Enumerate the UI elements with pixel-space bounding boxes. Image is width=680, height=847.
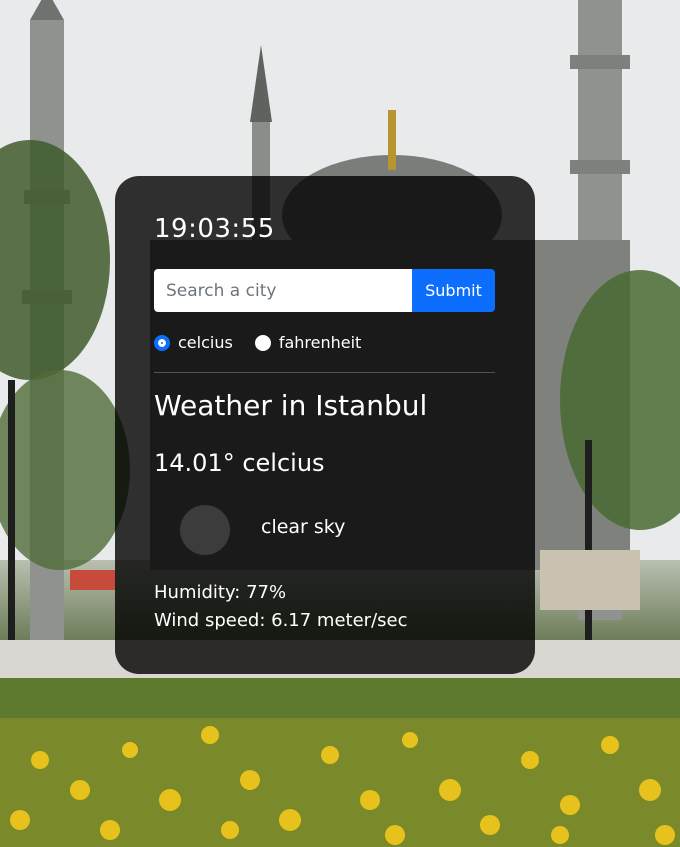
- divider: [154, 372, 495, 373]
- wind-speed: Wind speed: 6.17 meter/sec: [154, 610, 408, 631]
- weather-title: Weather in Istanbul: [154, 389, 428, 422]
- weather-card: 19:03:55 Submit celcius fahrenheit Weath…: [115, 176, 535, 674]
- weather-description: clear sky: [261, 516, 346, 538]
- search-bar: Submit: [154, 269, 495, 312]
- temperature: 14.01° celcius: [154, 449, 325, 477]
- humidity: Humidity: 77%: [154, 582, 287, 603]
- fahrenheit-label[interactable]: fahrenheit: [279, 333, 362, 352]
- submit-button[interactable]: Submit: [412, 269, 495, 312]
- clock: 19:03:55: [154, 214, 275, 244]
- fahrenheit-radio[interactable]: [254, 334, 271, 351]
- unit-selector: celcius fahrenheit: [154, 333, 383, 352]
- city-search-input[interactable]: [154, 269, 412, 312]
- celcius-radio[interactable]: [154, 334, 170, 351]
- celcius-label[interactable]: celcius: [178, 333, 233, 352]
- clear-sky-icon: [180, 505, 230, 555]
